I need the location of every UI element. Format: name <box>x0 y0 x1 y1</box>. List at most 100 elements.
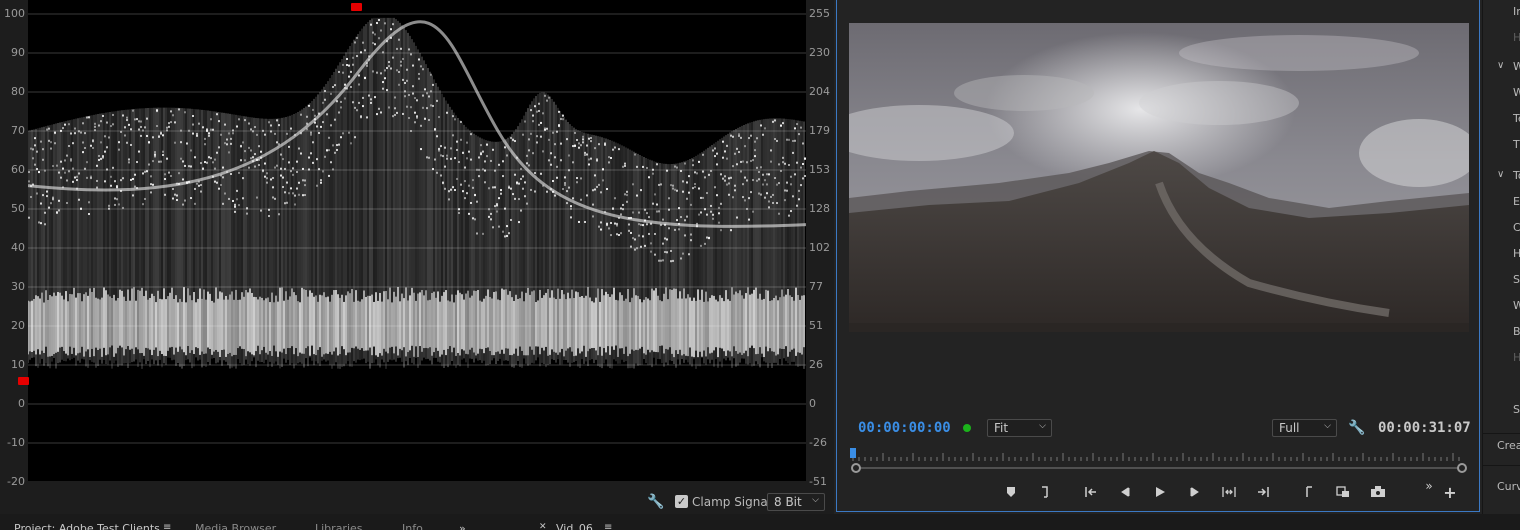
program-monitor: 00:00:00:00 Fit ⌵ Full ⌵ 🔧 00:00:31:07 »… <box>836 0 1480 512</box>
lumetri-property-label: Sa <box>1513 403 1520 416</box>
tab-media-browser[interactable]: Media Browser <box>195 522 276 530</box>
lumetri-property-label: C <box>1513 221 1520 234</box>
lumetri-property-label: Te <box>1513 112 1520 125</box>
code-value-tick-label: 128 <box>809 202 830 215</box>
section-collapse-chevron-icon[interactable]: ∨ <box>1497 60 1504 71</box>
play-in-to-out-button[interactable] <box>1217 480 1241 504</box>
code-value-tick-label: 153 <box>809 163 830 176</box>
code-value-tick-label: 179 <box>809 124 830 137</box>
tab-info[interactable]: Info <box>402 522 423 530</box>
tab-sequence[interactable]: Vid_06 <box>556 522 593 530</box>
playback-resolution-dropdown[interactable]: Full ⌵ <box>1272 419 1337 437</box>
play-icon <box>1156 487 1165 497</box>
clamp-signal-checkbox[interactable]: ✓ <box>675 495 688 508</box>
ire-tick-label: 20 <box>11 319 25 332</box>
go-to-out-icon <box>1258 487 1269 497</box>
curves-section-header[interactable]: Curv <box>1497 480 1520 493</box>
clip-marker-bottom <box>18 377 29 385</box>
create-button[interactable]: Crea <box>1497 439 1520 452</box>
bit-depth-dropdown[interactable]: 8 Bit ⌵ <box>767 493 825 511</box>
play-button[interactable] <box>1148 480 1172 504</box>
chevron-down-icon: ⌵ <box>1324 421 1331 431</box>
code-value-tick-label: -51 <box>809 475 827 488</box>
lumetri-property-label: H <box>1513 247 1520 260</box>
scope-settings-wrench-icon[interactable]: 🔧 <box>647 494 664 510</box>
bit-depth-value: 8 Bit <box>774 495 802 509</box>
go-to-in-button[interactable] <box>1079 480 1103 504</box>
button-editor-plus-icon[interactable]: + <box>1438 480 1462 504</box>
clamp-signal-label: Clamp Signal <box>692 495 772 509</box>
insert-icon <box>1336 486 1349 497</box>
step-back-button[interactable] <box>1113 480 1137 504</box>
code-value-axis: 255 230 204 179 153 128 102 77 51 26 0 -26 -51 <box>806 0 834 490</box>
insert-button[interactable] <box>1331 480 1355 504</box>
go-to-out-button[interactable] <box>1251 480 1275 504</box>
render-status-dot <box>963 424 971 432</box>
transport-controls: » + <box>837 479 1481 504</box>
program-video-frame[interactable] <box>849 23 1469 332</box>
step-forward-button[interactable] <box>1183 480 1207 504</box>
lumetri-scopes-panel: 100 90 80 70 60 50 40 30 20 10 0 -10 -20 255 230 204 17… <box>0 0 834 514</box>
scrollbar-track <box>857 467 1461 469</box>
add-marker-button[interactable] <box>999 480 1023 504</box>
divider <box>1483 433 1520 434</box>
lumetri-property-label: W <box>1513 299 1520 312</box>
current-timecode[interactable]: 00:00:00:00 <box>858 420 951 436</box>
timeline-zoom-scrollbar[interactable] <box>851 462 1467 474</box>
section-collapse-chevron-icon[interactable]: ∨ <box>1497 169 1504 180</box>
play-in-to-out-icon <box>1222 487 1236 497</box>
step-forward-icon <box>1190 487 1199 497</box>
code-value-tick-label: 0 <box>809 397 816 410</box>
ire-tick-label: 70 <box>11 124 25 137</box>
chevron-down-icon: ⌵ <box>1039 421 1046 431</box>
ire-tick-label: 0 <box>18 397 25 410</box>
more-tabs-chevron-icon[interactable]: » <box>459 522 466 530</box>
zoom-level-dropdown[interactable]: Fit ⌵ <box>987 419 1052 437</box>
code-value-tick-label: 204 <box>809 85 830 98</box>
scrollbar-right-handle[interactable] <box>1457 463 1467 473</box>
code-value-tick-label: 26 <box>809 358 823 371</box>
scrollbar-left-handle[interactable] <box>851 463 861 473</box>
lumetri-property-label: H <box>1513 31 1520 44</box>
ire-tick-label: -20 <box>7 475 25 488</box>
lumetri-property-label: Sh <box>1513 273 1520 286</box>
zoom-level-value: Fit <box>994 421 1009 435</box>
ire-tick-label: 80 <box>11 85 25 98</box>
tab-project[interactable]: Project: Adobe Test Clients <box>14 522 160 530</box>
tab-libraries[interactable]: Libraries <box>315 522 363 530</box>
lumetri-color-panel: Crea Curv InH∨WWTeTi∨ToExCHShWBHSa <box>1482 0 1520 514</box>
playback-resolution-value: Full <box>1279 421 1300 435</box>
mark-in-button[interactable] <box>1033 480 1057 504</box>
code-value-tick-label: 102 <box>809 241 830 254</box>
tab-menu-icon[interactable]: ≡ <box>163 522 171 530</box>
waveform-display <box>28 0 806 483</box>
code-value-tick-label: 77 <box>809 280 823 293</box>
tab-menu-icon[interactable]: ≡ <box>604 522 612 530</box>
ire-tick-label: 40 <box>11 241 25 254</box>
go-to-in-icon <box>1085 487 1096 497</box>
mark-in-icon <box>1042 486 1048 498</box>
playhead[interactable] <box>850 448 856 458</box>
code-value-tick-label: -26 <box>809 436 827 449</box>
lumetri-property-label: W <box>1513 86 1520 99</box>
mountain-panorama-frame <box>849 23 1469 332</box>
export-frame-button[interactable] <box>1366 480 1390 504</box>
waveform-trace <box>28 17 806 369</box>
ire-tick-label: 60 <box>11 163 25 176</box>
lumetri-property-label: In <box>1513 5 1520 18</box>
ire-tick-label: 10 <box>11 358 25 371</box>
chevron-down-icon: ⌵ <box>812 495 819 505</box>
code-value-tick-label: 51 <box>809 319 823 332</box>
waveform-graph <box>28 13 806 483</box>
step-back-icon <box>1121 487 1130 497</box>
divider <box>1483 465 1520 466</box>
code-value-tick-label: 230 <box>809 46 830 59</box>
monitor-settings-wrench-icon[interactable]: 🔧 <box>1348 420 1365 436</box>
close-icon[interactable]: ✕ <box>539 522 547 530</box>
camera-icon <box>1371 486 1385 497</box>
lumetri-property-label: Ex <box>1513 195 1520 208</box>
mark-out-icon <box>1306 486 1312 497</box>
duration-timecode: 00:00:31:07 <box>1378 420 1471 436</box>
mark-out-button[interactable] <box>1297 480 1321 504</box>
ire-tick-label: 30 <box>11 280 25 293</box>
